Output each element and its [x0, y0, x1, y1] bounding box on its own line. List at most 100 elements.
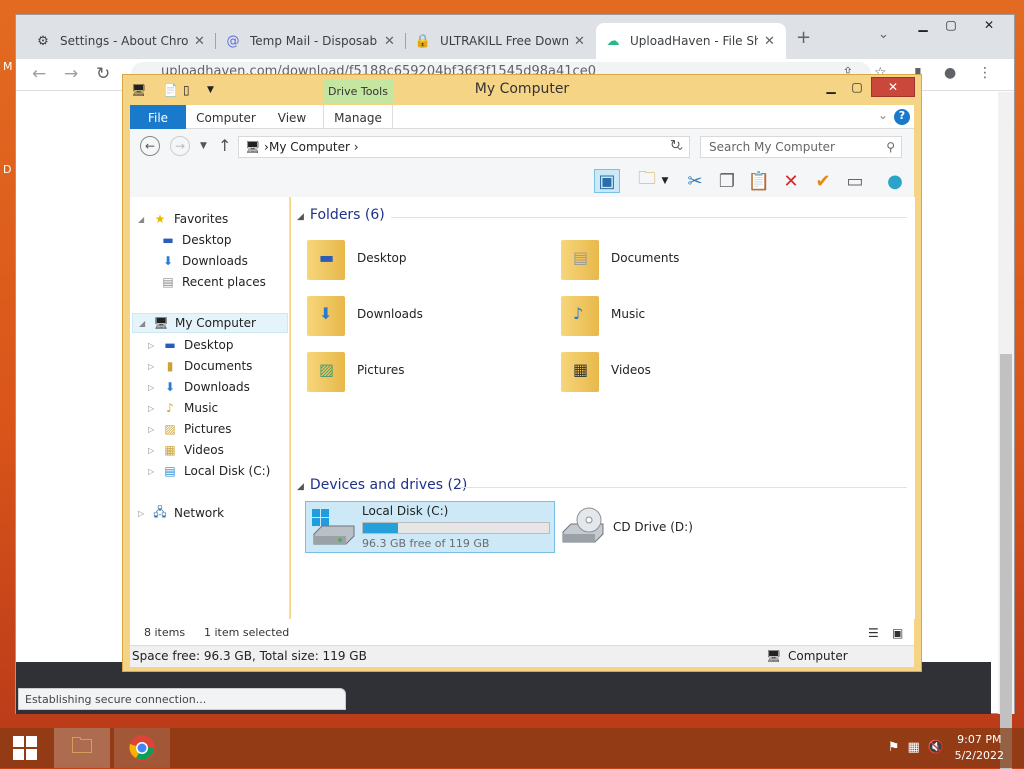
- nav-favorites-recent[interactable]: ▤ Recent places: [160, 272, 266, 292]
- forward-icon[interactable]: →: [64, 64, 78, 84]
- folders-group-header[interactable]: ◢ Folders (6): [297, 207, 385, 223]
- chevron-right-icon[interactable]: ▷: [138, 509, 148, 518]
- computer-icon: 🖥: [766, 649, 782, 663]
- back-button[interactable]: ←: [140, 136, 160, 156]
- help-icon[interactable]: ?: [894, 109, 910, 125]
- chevron-down-icon[interactable]: ◢: [138, 215, 148, 224]
- close-button[interactable]: ✕: [871, 77, 915, 97]
- maximize-button[interactable]: ▢: [934, 15, 968, 35]
- nav-favorites-downloads[interactable]: ⬇ Downloads: [160, 251, 248, 271]
- globe-icon[interactable]: ●: [882, 169, 908, 193]
- check-icon[interactable]: ✔: [810, 169, 836, 193]
- explorer-titlebar[interactable]: 🖥 📄 ▯ ▼ My Computer Drive Tools ▁ ▢ ✕: [123, 75, 921, 103]
- chevron-right-icon[interactable]: ▷: [148, 446, 158, 455]
- chevron-down-icon[interactable]: ⌄: [878, 108, 888, 122]
- minimize-button[interactable]: ▁: [819, 77, 843, 97]
- chrome-taskbar-button[interactable]: [114, 728, 170, 768]
- recent-locations-icon[interactable]: ▼: [200, 141, 207, 151]
- volume-muted-icon[interactable]: 🔇: [928, 740, 944, 755]
- nav-computer-downloads[interactable]: ▷ ⬇ Downloads: [148, 377, 250, 397]
- address-box[interactable]: 🖥 › My Computer › ⌄: [238, 136, 690, 158]
- tab-ultrakill[interactable]: 🔒 ULTRAKILL Free Download ✕: [406, 23, 596, 59]
- profile-icon[interactable]: ●: [944, 65, 956, 81]
- chevron-right-icon[interactable]: ▷: [148, 467, 158, 476]
- chevron-right-icon[interactable]: ▷: [148, 404, 158, 413]
- tab-title: Temp Mail - Disposable: [250, 34, 378, 48]
- rename-icon[interactable]: ▭: [842, 169, 868, 193]
- nav-computer-desktop[interactable]: ▷ ▬ Desktop: [148, 335, 234, 355]
- flag-icon[interactable]: ⚑: [888, 740, 900, 755]
- forward-button[interactable]: →: [170, 136, 190, 156]
- copy-icon[interactable]: ❐: [714, 169, 740, 193]
- delete-icon[interactable]: ✕: [778, 169, 804, 193]
- tab-temp-mail[interactable]: @ Temp Mail - Disposable ✕: [216, 23, 406, 59]
- nav-favorites-desktop[interactable]: ▬ Desktop: [160, 230, 231, 250]
- paste-icon[interactable]: 📋: [746, 169, 772, 193]
- menu-icon[interactable]: ⋮: [978, 65, 992, 81]
- clock[interactable]: 9:07 PM 5/2/2022: [955, 732, 1004, 764]
- chevron-down-icon[interactable]: ▼: [658, 169, 672, 193]
- new-folder-icon[interactable]: 🗀: [634, 168, 660, 193]
- chevron-down-icon[interactable]: ◢: [139, 319, 149, 328]
- nav-label: Music: [184, 401, 219, 415]
- nav-computer-documents[interactable]: ▷ ▮ Documents: [148, 356, 252, 376]
- tab-title: Settings - About Chrome: [60, 34, 188, 48]
- nav-computer-local-disk[interactable]: ▷ ▤ Local Disk (C:): [148, 461, 270, 481]
- scrollbar-thumb[interactable]: [1000, 354, 1012, 769]
- file-explorer-taskbar-button[interactable]: 🗀: [54, 728, 110, 768]
- back-icon[interactable]: ←: [32, 64, 46, 84]
- up-arrow-icon[interactable]: ↑: [218, 136, 231, 155]
- system-tray: ⚑ ▦ 🔇: [888, 740, 944, 755]
- folder-desktop-item[interactable]: ▬ Desktop: [305, 233, 555, 283]
- tab-view[interactable]: View: [270, 105, 314, 129]
- drive-label: CD Drive (D:): [613, 520, 693, 534]
- refresh-icon[interactable]: ↻: [670, 138, 681, 153]
- close-window-button[interactable]: ✕: [972, 15, 1006, 35]
- nav-label: Downloads: [182, 254, 248, 268]
- chevron-right-icon[interactable]: ▷: [148, 425, 158, 434]
- chevron-down-icon[interactable]: ⌄: [878, 27, 889, 42]
- close-icon[interactable]: ✕: [764, 34, 775, 49]
- maximize-button[interactable]: ▢: [845, 77, 869, 97]
- reload-icon[interactable]: ↻: [96, 64, 110, 84]
- drive-d-item[interactable]: CD Drive (D:): [559, 501, 779, 553]
- folder-videos-item[interactable]: ▦ Videos: [559, 345, 809, 395]
- cut-icon[interactable]: ✂: [682, 169, 708, 193]
- tab-manage[interactable]: Manage: [323, 105, 393, 129]
- chevron-down-icon[interactable]: ◢: [297, 482, 304, 492]
- preview-pane-icon[interactable]: ▣: [594, 169, 620, 193]
- tab-computer[interactable]: Computer: [190, 105, 262, 129]
- chevron-right-icon[interactable]: ▷: [148, 362, 158, 371]
- folder-music-item[interactable]: ♪ Music: [559, 289, 809, 339]
- chevron-right-icon[interactable]: ▷: [148, 341, 158, 350]
- hard-drive-icon: ▤: [164, 464, 176, 478]
- new-tab-button[interactable]: +: [796, 27, 811, 48]
- drives-group-header[interactable]: ◢ Devices and drives (2): [297, 477, 467, 493]
- folder-documents-item[interactable]: ▤ Documents: [559, 233, 809, 283]
- nav-computer-music[interactable]: ▷ ♪ Music: [148, 398, 218, 418]
- search-input[interactable]: Search My Computer ⚲: [700, 136, 902, 158]
- tab-settings[interactable]: ⚙ Settings - About Chrome ✕: [26, 23, 216, 59]
- close-icon[interactable]: ✕: [384, 34, 395, 49]
- network-icon[interactable]: ▦: [908, 740, 920, 755]
- chevron-down-icon[interactable]: ◢: [297, 212, 304, 222]
- nav-label: Downloads: [184, 380, 250, 394]
- details-view-icon[interactable]: ☰: [868, 626, 879, 640]
- nav-computer-videos[interactable]: ▷ ▦ Videos: [148, 440, 224, 460]
- nav-favorites[interactable]: ◢ ★ Favorites: [138, 209, 228, 229]
- large-icons-view-icon[interactable]: ▣: [892, 626, 903, 640]
- scrollbar[interactable]: [998, 92, 1014, 769]
- nav-my-computer[interactable]: ◢ 🖥 My Computer: [132, 313, 288, 333]
- drive-c-item[interactable]: Local Disk (C:) 96.3 GB free of 119 GB: [305, 501, 555, 553]
- close-icon[interactable]: ✕: [574, 34, 585, 49]
- chevron-right-icon[interactable]: ▷: [148, 383, 158, 392]
- close-icon[interactable]: ✕: [194, 34, 205, 49]
- nav-computer-pictures[interactable]: ▷ ▨ Pictures: [148, 419, 232, 439]
- nav-network[interactable]: ▷ 🖧 Network: [138, 503, 224, 523]
- tab-uploadhaven[interactable]: ☁ UploadHaven - File Sha ✕: [596, 23, 786, 59]
- start-button[interactable]: [0, 728, 50, 768]
- desktop-icon: ▬: [162, 233, 174, 247]
- tab-file[interactable]: File: [130, 105, 186, 129]
- folder-pictures-item[interactable]: ▨ Pictures: [305, 345, 555, 395]
- folder-downloads-item[interactable]: ⬇ Downloads: [305, 289, 555, 339]
